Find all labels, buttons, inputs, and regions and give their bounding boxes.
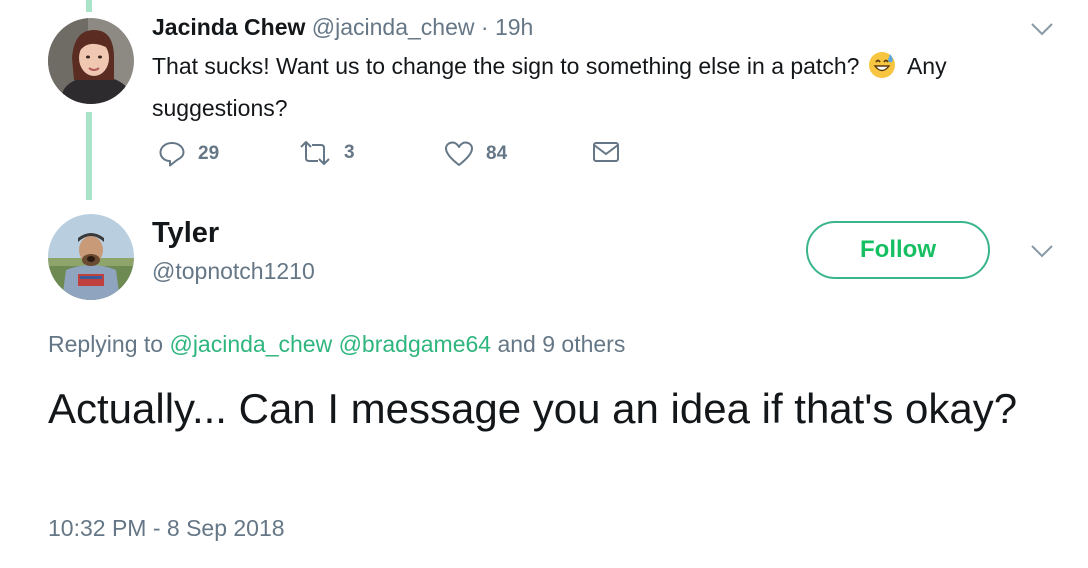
thread-line-top [86, 0, 92, 12]
tweet1-header: Jacinda Chew @jacinda_chew · 19h [152, 14, 533, 41]
reply-count: 29 [198, 143, 220, 164]
tweet1-author-name[interactable]: Jacinda Chew [152, 14, 305, 40]
reply-button[interactable]: 29 [158, 140, 219, 168]
avatar-tyler[interactable] [48, 214, 134, 300]
tweet1-time[interactable]: 19h [495, 14, 533, 40]
thread-line-bottom [86, 112, 92, 200]
tweet2-timestamp[interactable]: 10:32 PM - 8 Sep 2018 [48, 515, 285, 542]
mention-link-2[interactable]: @bradgame64 [339, 331, 492, 357]
tweet2-text: Actually... Can I message you an idea if… [48, 385, 1018, 432]
reply-icon [159, 142, 185, 167]
tweet2-author-name[interactable]: Tyler [152, 217, 219, 250]
follow-button[interactable]: Follow [806, 221, 990, 279]
replying-to-line: Replying to @jacinda_chew @bradgame64 an… [48, 331, 625, 358]
tweet1-text-part1: That sucks! Want us to change the sign t… [152, 53, 860, 79]
tweet1-text: That sucks! Want us to change the sign t… [152, 48, 1052, 127]
retweet-button[interactable]: 3 [298, 140, 355, 166]
mention-link-1[interactable]: @jacinda_chew [169, 331, 332, 357]
envelope-icon [593, 142, 619, 162]
tweet2-author-handle[interactable]: @topnotch1210 [152, 258, 315, 285]
like-count: 84 [486, 143, 508, 164]
direct-message-button[interactable] [592, 140, 620, 164]
retweet-count: 3 [344, 142, 355, 163]
tweet1-text-line2: suggestions? [152, 95, 288, 121]
tweet1-author-handle[interactable]: @jacinda_chew [312, 14, 475, 40]
tweet1-menu-chevron-down-icon[interactable] [1030, 22, 1054, 41]
replying-others-link[interactable]: and 9 others [497, 331, 625, 357]
grinning-face-with-sweat-icon [868, 51, 896, 90]
tweet1-separator: · [480, 14, 489, 40]
tweet2-menu-chevron-down-icon[interactable] [1030, 244, 1054, 263]
tweet1-text-part2: Any [906, 53, 947, 79]
replying-prefix: Replying to [48, 331, 164, 357]
retweet-icon [300, 141, 330, 165]
heart-icon [445, 141, 473, 166]
like-button[interactable]: 84 [444, 140, 507, 168]
avatar-jacinda[interactable] [48, 18, 134, 104]
